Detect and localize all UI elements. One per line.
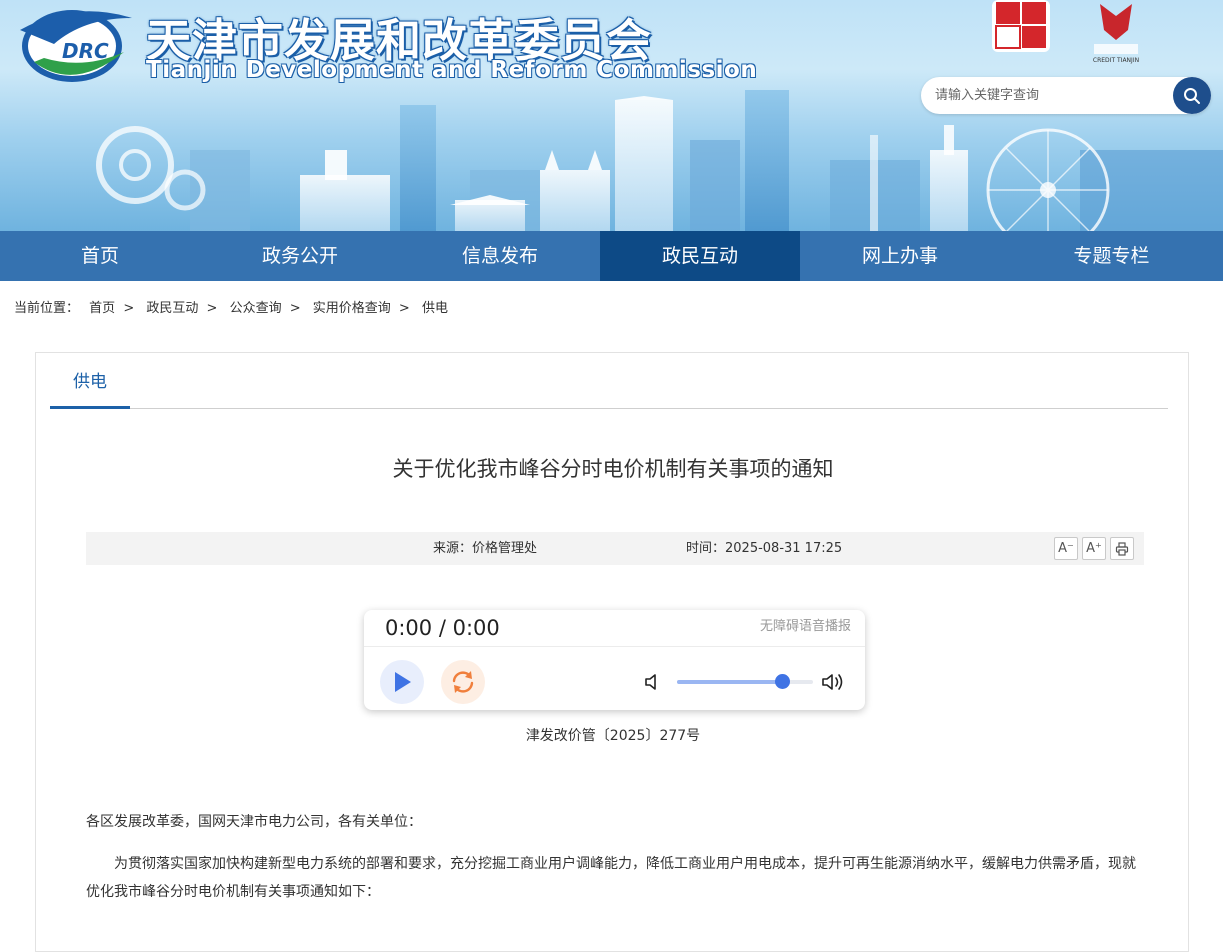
volume-slider[interactable] (677, 674, 813, 689)
site-subtitle: Tianjin Development and Reform Commissio… (146, 57, 758, 83)
breadcrumb-separator: > (123, 301, 135, 316)
article-body: 各区发展改革委，国网天津市电力公司，各有关单位： 为贯彻落实国家加快构建新型电力… (86, 808, 1144, 920)
tab-bar: 供电 (50, 353, 1168, 409)
breadcrumb-public-query[interactable]: 公众查询 (230, 301, 282, 316)
document-number: 津发改价管〔2025〕277号 (525, 728, 701, 744)
article-paragraph: 为贯彻落实国家加快构建新型电力系统的部署和要求，充分挖掘工商业用户调峰能力，降低… (86, 856, 1136, 900)
breadcrumb-separator: > (206, 301, 218, 316)
article-title: 关于优化我市峰谷分时电价机制有关事项的通知 (392, 457, 834, 481)
player-divider (364, 646, 865, 647)
nav-item-online-services[interactable]: 网上办事 (800, 231, 1000, 281)
print-button[interactable] (1110, 537, 1134, 560)
breadcrumb-interaction[interactable]: 政民互动 (146, 301, 198, 316)
player-time: 0:00 / 0:00 (385, 616, 500, 640)
svg-text:DRC: DRC (62, 39, 109, 63)
article-source: 来源：价格管理处 (433, 541, 538, 556)
main-nav: 首页 政务公开 信息发布 政民互动 网上办事 专题专栏 (0, 231, 1223, 281)
volume-low-icon[interactable] (644, 672, 662, 692)
credit-tianjin-badge[interactable]: CREDIT TIANJIN (1088, 0, 1144, 64)
article-paragraph: 各区发展改革委，国网天津市电力公司，各有关单位： (86, 814, 422, 830)
font-decrease-button[interactable]: A⁻ (1054, 537, 1078, 560)
player-label: 无障碍语音播报 (759, 619, 851, 634)
volume-high-icon[interactable] (821, 671, 847, 693)
breadcrumb-home[interactable]: 首页 (89, 301, 115, 316)
audio-player: 0:00 / 0:00 无障碍语音播报 (364, 610, 865, 710)
article-meta-bar: 来源：价格管理处 时间：2025-08-31 17:25 A⁻ A⁺ (86, 532, 1144, 565)
nav-item-news[interactable]: 信息发布 (400, 231, 600, 281)
nav-item-special-topics[interactable]: 专题专栏 (1000, 231, 1223, 281)
article-time: 时间：2025-08-31 17:25 (686, 541, 843, 556)
loop-button[interactable] (441, 660, 485, 704)
svg-text:CREDIT TIANJIN: CREDIT TIANJIN (1093, 57, 1139, 64)
content-panel: 供电 关于优化我市峰谷分时电价机制有关事项的通知 来源：价格管理处 时间：202… (35, 352, 1189, 952)
search-input[interactable] (935, 77, 1165, 114)
tab-power-supply[interactable]: 供电 (50, 353, 130, 409)
drc-logo: DRC (20, 10, 132, 82)
font-increase-icon: A⁺ (1086, 541, 1102, 556)
loop-icon (452, 671, 474, 693)
breadcrumb-price-query[interactable]: 实用价格查询 (313, 301, 391, 316)
search-box (921, 77, 1211, 114)
nav-item-government-affairs[interactable]: 政务公开 (200, 231, 400, 281)
civilization-net-badge[interactable] (990, 0, 1052, 54)
breadcrumb-separator: > (289, 301, 301, 316)
breadcrumb-prefix: 当前位置： (14, 301, 80, 316)
search-icon (1184, 87, 1200, 104)
nav-item-interaction[interactable]: 政民互动 (600, 231, 800, 281)
play-icon (395, 672, 411, 692)
font-decrease-icon: A⁻ (1058, 541, 1074, 556)
breadcrumb: 当前位置： 首页 > 政民互动 > 公众查询 > 实用价格查询 > 供电 (14, 297, 448, 316)
nav-item-home[interactable]: 首页 (0, 231, 200, 281)
play-button[interactable] (380, 660, 424, 704)
print-icon (1115, 541, 1129, 556)
breadcrumb-power-supply[interactable]: 供电 (422, 301, 448, 316)
font-increase-button[interactable]: A⁺ (1082, 537, 1106, 560)
volume-slider-fill (677, 680, 782, 684)
volume-slider-knob[interactable] (774, 674, 790, 689)
search-button[interactable] (1173, 77, 1211, 114)
breadcrumb-separator: > (398, 301, 410, 316)
header-banner: DRC 天津市发展和改革委员会 Tianjin Development and … (0, 0, 1223, 231)
